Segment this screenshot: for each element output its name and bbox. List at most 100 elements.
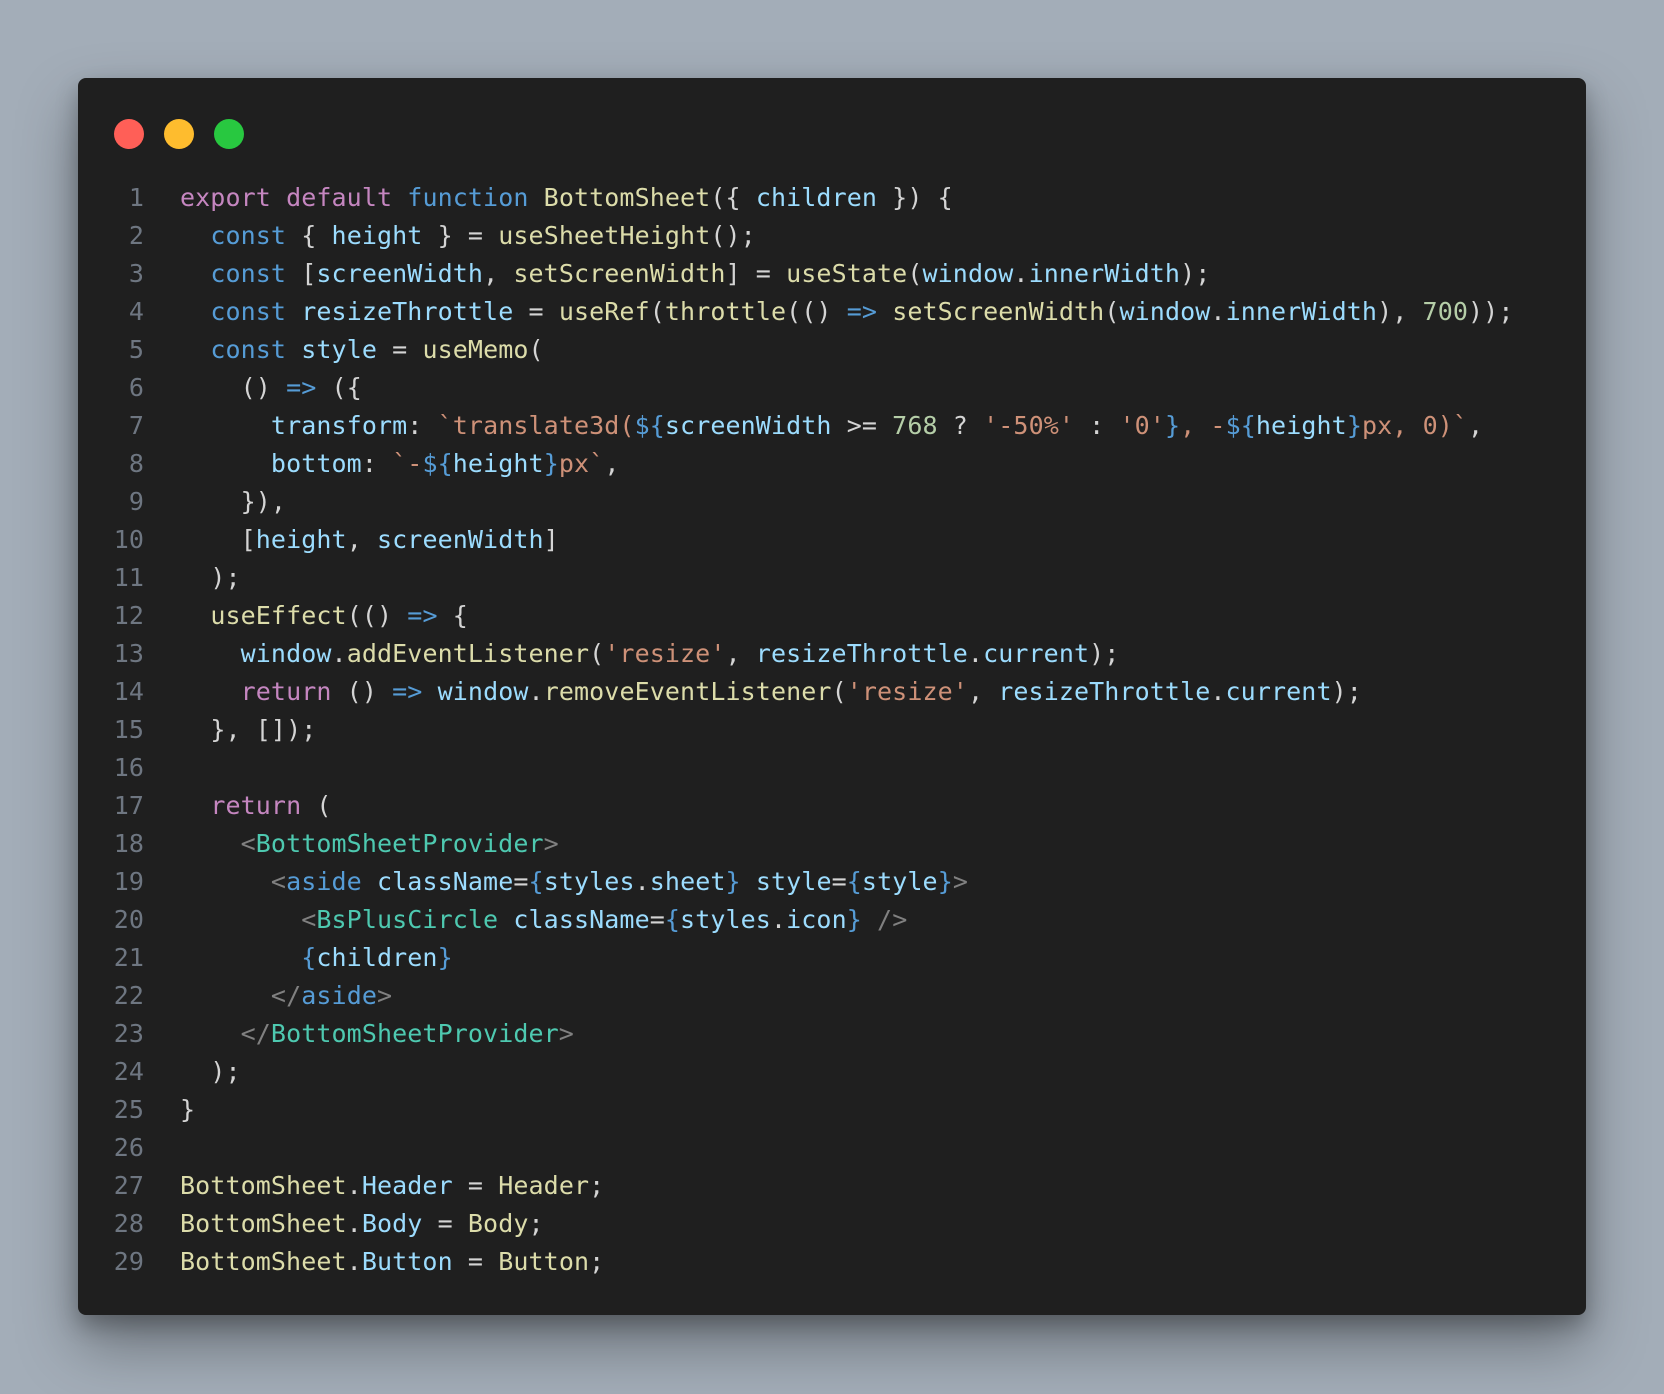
code-token: ${ [1225, 411, 1256, 440]
line-number: 20 [113, 905, 144, 934]
code-line: 11 ); [78, 559, 1586, 597]
line-number: 7 [128, 411, 144, 440]
line-number: 16 [113, 753, 144, 782]
code-token: => [392, 677, 423, 706]
code-token: style [301, 335, 377, 364]
code-line: 25} [78, 1091, 1586, 1129]
code-token: (); [710, 221, 756, 250]
code-text: const style = useMemo( [144, 331, 544, 369]
code-token: window [240, 639, 332, 668]
code-line: 28 BottomSheet.Body = Body; [78, 1205, 1586, 1243]
code-line: 3 const [screenWidth, setScreenWidth] = … [78, 255, 1586, 293]
code-token: ${ [634, 411, 665, 440]
code-token: [ [240, 525, 256, 554]
code-token: } [437, 943, 453, 972]
code-token: () [240, 373, 287, 402]
code-token: )); [1468, 297, 1514, 326]
code-text: BottomSheet.Header = Header; [144, 1167, 604, 1205]
code-token: = [452, 1247, 499, 1276]
code-token: ); [1089, 639, 1120, 668]
close-window-icon[interactable] [114, 119, 144, 149]
code-token: = [831, 867, 847, 896]
code-token: resizeThrottle [998, 677, 1211, 706]
code-line: 8 bottom: `-${height}px`, [78, 445, 1586, 483]
code-line: 18 <BottomSheetProvider> [78, 825, 1586, 863]
code-token: children [755, 183, 878, 212]
code-token: height [255, 525, 347, 554]
code-token: . [1013, 259, 1029, 288]
code-token: Header [361, 1171, 453, 1200]
code-token: ); [1180, 259, 1211, 288]
code-token: : [361, 449, 393, 478]
code-token: BottomSheet [180, 1247, 347, 1276]
code-token: BottomSheet [543, 183, 711, 212]
code-token: . [346, 1247, 362, 1276]
code-token: window [922, 259, 1014, 288]
code-token: = [513, 297, 559, 326]
code-token: BsPlusCircle [316, 905, 499, 934]
code-token: = [513, 867, 529, 896]
code-token: ] = [725, 259, 787, 288]
code-token: return [240, 677, 332, 706]
code-token: transform [270, 411, 408, 440]
code-line: 29 BottomSheet.Button = Button; [78, 1243, 1586, 1281]
code-line: 4 const resizeThrottle = useRef(throttle… [78, 293, 1586, 331]
code-token: BottomSheet [180, 1171, 347, 1200]
code-token: innerWidth [1225, 297, 1378, 326]
code-token: > [377, 981, 393, 1010]
code-token: height [1255, 411, 1347, 440]
code-text: ); [144, 1053, 241, 1091]
code-token: } [725, 867, 741, 896]
code-token: height [331, 221, 423, 250]
code-token: } [1164, 411, 1181, 440]
code-token: 'resize' [604, 639, 726, 668]
code-token: => [286, 373, 317, 402]
code-token: () [331, 677, 393, 706]
code-line: 16 [78, 749, 1586, 787]
code-token: { [301, 943, 317, 972]
line-number: 23 [113, 1019, 144, 1048]
code-line: 27 BottomSheet.Header = Header; [78, 1167, 1586, 1205]
code-token: . [346, 1209, 362, 1238]
line-number: 5 [128, 335, 144, 364]
code-token: removeEventListener [543, 677, 832, 706]
code-token: const [210, 259, 287, 288]
code-token: { [286, 221, 332, 250]
code-line: 26 [78, 1129, 1586, 1167]
code-token: > [952, 867, 968, 896]
code-text: <BsPlusCircle className={styles.icon} /> [144, 901, 907, 939]
code-token: 700 [1422, 297, 1469, 326]
code-token: BottomSheetProvider [255, 829, 544, 858]
code-token: style [861, 867, 938, 896]
code-token: ${ [422, 449, 453, 478]
code-token: (() [346, 601, 408, 630]
code-token: className [377, 867, 514, 896]
code-token: return [210, 791, 302, 820]
code-token: ); [1331, 677, 1362, 706]
code-token: , [967, 677, 999, 706]
line-number: 26 [113, 1133, 144, 1162]
code-token: resizeThrottle [301, 297, 514, 326]
minimize-window-icon[interactable] [164, 119, 194, 149]
code-line: 6 () => ({ [78, 369, 1586, 407]
code-token: (() [786, 297, 847, 326]
line-number: 6 [128, 373, 144, 402]
code-token: } = [422, 221, 499, 250]
code-token: ( [301, 791, 332, 820]
line-number: 18 [113, 829, 144, 858]
maximize-window-icon[interactable] [214, 119, 244, 149]
code-token: ( [528, 335, 544, 364]
code-token: aside [301, 981, 377, 1010]
code-token: useMemo [422, 335, 529, 364]
